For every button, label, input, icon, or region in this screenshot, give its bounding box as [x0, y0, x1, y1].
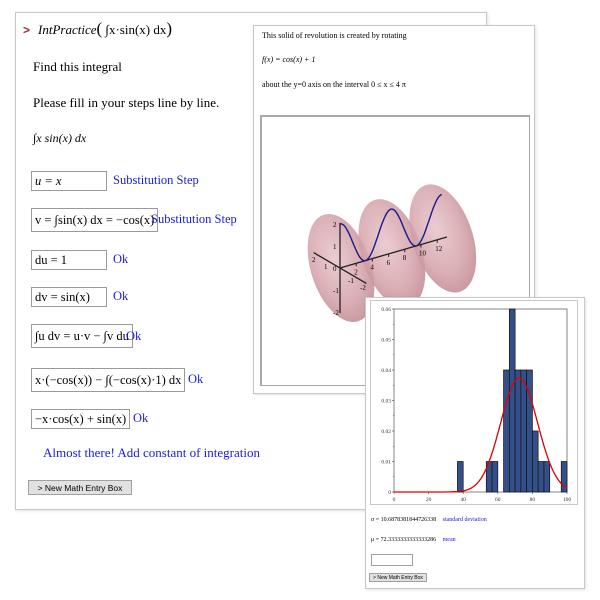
step-feedback-7: Ok: [133, 411, 149, 425]
step-input-6[interactable]: x·(−cos(x)) − ∫(−cos(x)·1) dx: [31, 368, 186, 392]
step-feedback-1: Substitution Step: [113, 173, 199, 187]
math-entry-input[interactable]: [371, 554, 413, 566]
x-tick-label: 12: [435, 245, 443, 253]
x-tick-label: 100: [563, 497, 572, 503]
step-input-3[interactable]: du = 1: [31, 250, 107, 270]
y-tick-label: -1: [333, 287, 339, 295]
instruction-fill-steps: Please fill in your steps line by line.: [33, 95, 220, 110]
step-feedback-5: Ok: [126, 329, 142, 343]
histogram-bar: [491, 461, 499, 493]
histogram-bar: [520, 369, 527, 493]
x-tick-label: 2: [354, 268, 358, 276]
command-argument: ∫x·sin(x) dx: [105, 22, 167, 37]
z-tick-label: -2: [360, 284, 366, 292]
x-tick-label: 6: [387, 259, 391, 267]
function-definition: f(x) = cos(x) + 1: [262, 55, 316, 64]
step-input-7[interactable]: −x·cos(x) + sin(x): [31, 409, 131, 429]
mu-value: μ = 72.3333333333333286: [371, 537, 437, 543]
x-tick-label: 20: [426, 497, 432, 503]
y-tick-label: 1: [333, 243, 337, 251]
step-feedback-6: Ok: [188, 372, 204, 386]
command-line[interactable]: > IntPractice( ∫x·sin(x) dx): [23, 19, 172, 39]
histogram-bar: [457, 461, 464, 493]
y-tick-label: 0.01: [381, 460, 391, 466]
sigma-value: σ = 10.6878381844726338: [371, 517, 437, 523]
step-feedback-3: Ok: [113, 252, 129, 266]
step-feedback-4: Ok: [113, 289, 129, 303]
x-tick-label: 4: [370, 264, 374, 272]
statistics-window: 0 20 40 60 80 100 0 0.01 0.02 0.03 0.04 0.05 0.06 σ …: [365, 297, 585, 589]
x-tick-label: 60: [495, 497, 501, 503]
y-tick-label: 0: [388, 490, 391, 496]
new-math-entry-box-button-2[interactable]: > New Math Entry Box: [369, 573, 427, 582]
y-tick-label: 0.03: [381, 399, 391, 405]
step-input-5[interactable]: ∫u dv = u·v − ∫v du: [31, 324, 133, 348]
y-tick-label: 0.05: [381, 338, 391, 344]
x-tick-label: 80: [530, 497, 536, 503]
command-close-paren: ): [166, 19, 173, 38]
z-tick-label: 2: [312, 256, 316, 264]
step-input-2[interactable]: v = ∫sin(x) dx = −cos(x): [31, 208, 159, 232]
sigma-description: standard deviation: [442, 517, 487, 523]
solid-description: This solid of revolution is created by r…: [262, 31, 407, 40]
integral-expression: ∫x sin(x) dx: [33, 131, 87, 145]
histogram-bar: [537, 461, 545, 493]
histogram-bar: [543, 461, 551, 493]
x-tick-label: 8: [403, 254, 407, 262]
y-tick-label: -2: [333, 309, 339, 317]
histogram-chart: 0 20 40 60 80 100 0 0.01 0.02 0.03 0.04 0.05 0.06: [381, 307, 572, 503]
histogram-plot-area[interactable]: 0 20 40 60 80 100 0 0.01 0.02 0.03 0.04 0.05 0.06: [370, 300, 578, 505]
x-tick-label: 40: [460, 497, 466, 503]
step-input-1[interactable]: u = x: [31, 171, 107, 191]
histogram-bar: [514, 369, 522, 493]
step-feedback-2: Substitution Step: [151, 212, 237, 226]
mu-description: mean: [442, 537, 456, 543]
command-name: IntPractice: [38, 22, 97, 37]
y-tick-label: 0: [333, 265, 337, 273]
step-input-4[interactable]: dv = sin(x): [31, 287, 107, 307]
interval-description: about the y=0 axis on the interval 0 ≤ x…: [262, 80, 406, 89]
z-tick-label: -1: [348, 277, 354, 285]
instruction-find-integral: Find this integral: [33, 59, 122, 74]
y-tick-label: 0.02: [381, 429, 391, 435]
y-tick-label: 0.04: [381, 368, 391, 374]
final-hint-message: Almost there! Add constant of integratio…: [43, 445, 260, 460]
prompt-symbol: >: [23, 23, 31, 37]
histogram-bar: [532, 430, 539, 493]
x-tick-label: 0: [393, 497, 396, 503]
command-open-paren: (: [96, 19, 103, 38]
y-tick-label: 2: [333, 221, 337, 229]
x-tick-label: 10: [419, 250, 427, 258]
y-tick-label: 0.06: [381, 307, 391, 313]
z-tick-label: 1: [324, 263, 328, 271]
histogram-bar: [503, 369, 510, 493]
histogram-bar: [508, 308, 516, 493]
new-math-entry-box-button[interactable]: > New Math Entry Box: [28, 480, 132, 495]
